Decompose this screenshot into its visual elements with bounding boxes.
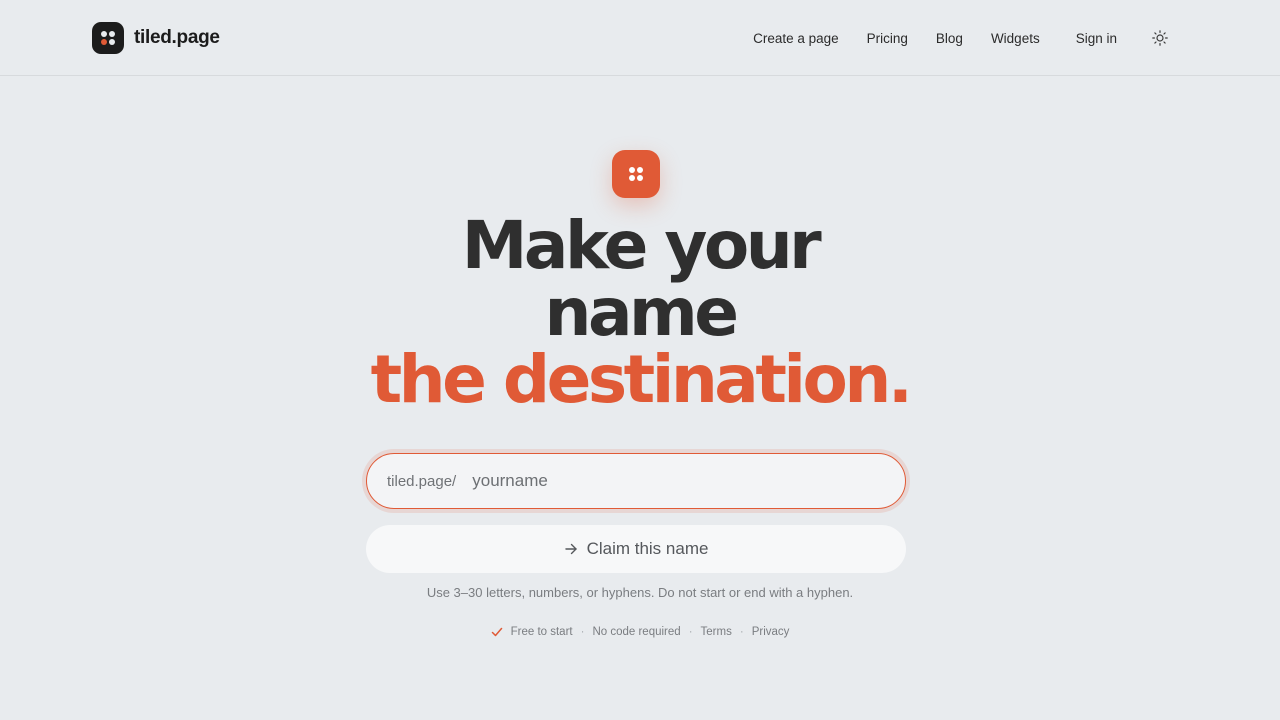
separator: ·: [688, 626, 693, 638]
nav-widgets[interactable]: Widgets: [991, 31, 1040, 46]
site-header: tiled.page Create a page Pricing Blog Wi…: [0, 0, 1280, 76]
nav-blog[interactable]: Blog: [936, 31, 963, 46]
tiles-icon: [612, 150, 660, 198]
trust-row: Free to start · No code required · Terms…: [0, 626, 1280, 638]
privacy-link[interactable]: Privacy: [752, 626, 790, 638]
logo-link[interactable]: tiled.page: [92, 22, 220, 54]
arrow-right-icon: [564, 543, 577, 555]
nav-create-page[interactable]: Create a page: [753, 31, 839, 46]
username-input[interactable]: [470, 470, 875, 492]
sign-in-link[interactable]: Sign in: [1076, 31, 1117, 46]
check-icon: [491, 626, 503, 638]
headline-accent: the destination.: [370, 341, 913, 418]
url-prefix: tiled.page/: [387, 472, 457, 490]
no-code-text: No code required: [592, 626, 681, 638]
tiles-logo-icon: [92, 22, 124, 54]
headline-line-1: Make your: [461, 207, 822, 284]
separator: ·: [580, 626, 585, 638]
nav-pricing[interactable]: Pricing: [867, 31, 908, 46]
separator: ·: [739, 626, 744, 638]
hero-headline: Make your name the destination.: [0, 212, 1280, 413]
main-nav: Create a page Pricing Blog Widgets Sign …: [725, 25, 1169, 51]
claim-name-button[interactable]: Claim this name: [366, 525, 906, 573]
claim-button-label: Claim this name: [586, 539, 709, 558]
input-hint: Use 3–30 letters, numbers, or hyphens. D…: [426, 585, 854, 600]
theme-toggle-button[interactable]: [1151, 29, 1169, 47]
claim-name-field: tiled.page/: [366, 453, 906, 509]
free-to-start-text: Free to start: [510, 626, 573, 638]
headline-line-2: name: [544, 274, 739, 351]
sun-icon: [1152, 30, 1168, 46]
terms-link[interactable]: Terms: [701, 626, 732, 638]
brand-name: tiled.page: [134, 27, 220, 48]
